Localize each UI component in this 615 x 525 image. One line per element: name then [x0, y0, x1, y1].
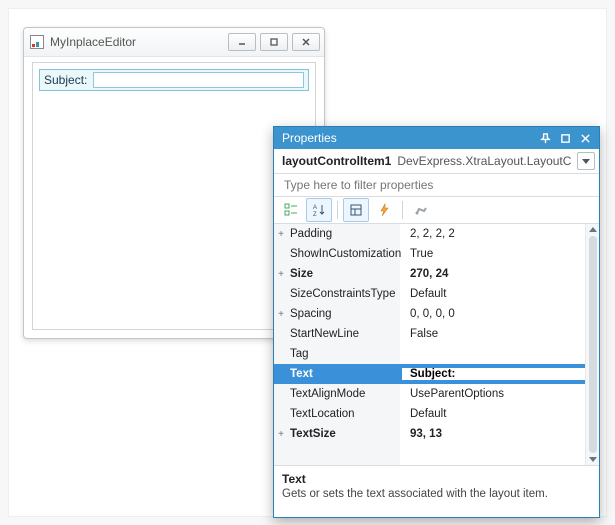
minimize-button[interactable] — [228, 33, 256, 51]
svg-text:A: A — [313, 205, 317, 211]
alphabetical-button[interactable]: AZ — [306, 198, 332, 222]
properties-button[interactable] — [343, 198, 369, 222]
property-name[interactable]: Padding — [288, 228, 402, 240]
property-value[interactable]: Subject: — [402, 368, 585, 380]
expand-icon[interactable]: + — [274, 229, 288, 240]
properties-close-icon[interactable] — [575, 130, 595, 146]
subject-label: Subject: — [44, 73, 87, 87]
scroll-up-icon[interactable] — [589, 227, 597, 232]
properties-pin-icon[interactable] — [535, 130, 555, 146]
property-row[interactable]: TextAlignModeUseParentOptions — [274, 384, 599, 404]
property-row[interactable]: +Padding2, 2, 2, 2 — [274, 224, 599, 244]
property-name[interactable]: Tag — [288, 348, 402, 360]
expand-icon[interactable]: + — [274, 309, 288, 320]
property-row[interactable]: +Spacing0, 0, 0, 0 — [274, 304, 599, 324]
property-value[interactable]: 2, 2, 2, 2 — [402, 228, 585, 240]
help-pane: Text Gets or sets the text associated wi… — [274, 465, 599, 517]
subject-input[interactable] — [93, 72, 304, 88]
property-name[interactable]: StartNewLine — [288, 328, 402, 340]
property-name[interactable]: Text — [288, 368, 402, 380]
property-row[interactable]: SizeConstraintsTypeDefault — [274, 284, 599, 304]
expand-icon[interactable]: + — [274, 429, 288, 440]
property-name[interactable]: Spacing — [288, 308, 402, 320]
maximize-button[interactable] — [260, 33, 288, 51]
properties-maximize-icon[interactable] — [555, 130, 575, 146]
property-row[interactable]: +Size270, 24 — [274, 264, 599, 284]
property-name[interactable]: TextSize — [288, 428, 402, 440]
property-filter[interactable] — [274, 174, 599, 197]
expand-icon[interactable]: + — [274, 269, 288, 280]
selected-object-name: layoutControlItem1 — [282, 154, 391, 168]
property-value[interactable]: False — [402, 328, 585, 340]
property-name[interactable]: SizeConstraintsType — [288, 288, 402, 300]
property-name[interactable]: Size — [288, 268, 402, 280]
property-value[interactable]: Default — [402, 288, 585, 300]
svg-text:Z: Z — [313, 212, 317, 217]
categorized-button[interactable] — [278, 198, 304, 222]
property-value[interactable]: UseParentOptions — [402, 388, 585, 400]
property-value[interactable]: 270, 24 — [402, 268, 585, 280]
properties-title: Properties — [282, 131, 535, 145]
form-titlebar[interactable]: MyInplaceEditor — [24, 28, 324, 57]
events-button[interactable] — [371, 198, 397, 222]
scroll-down-icon[interactable] — [589, 457, 597, 462]
help-title: Text — [282, 472, 591, 486]
object-selector-dropdown[interactable] — [577, 152, 595, 170]
property-row[interactable]: ShowInCustomizationFoTrue — [274, 244, 599, 264]
filter-input[interactable] — [282, 177, 591, 193]
canvas: MyInplaceEditor Subject: Propert — [8, 8, 607, 517]
scrollbar[interactable] — [585, 224, 599, 465]
properties-titlebar[interactable]: Properties — [274, 127, 599, 149]
toolbar-divider — [337, 201, 338, 219]
scroll-thumb[interactable] — [589, 236, 597, 453]
property-value[interactable]: 93, 13 — [402, 428, 585, 440]
toolbar-divider — [402, 201, 403, 219]
property-row[interactable]: TextLocationDefault — [274, 404, 599, 424]
properties-toolbar: AZ — [274, 197, 599, 224]
property-row[interactable]: Tag — [274, 344, 599, 364]
property-row[interactable]: +TextSize93, 13 — [274, 424, 599, 444]
property-pages-button[interactable] — [408, 198, 434, 222]
help-text: Gets or sets the text associated with th… — [282, 488, 591, 500]
chevron-down-icon — [582, 159, 590, 164]
window-buttons — [228, 33, 320, 51]
properties-panel: Properties layoutControlItem1 DevExpress… — [273, 126, 600, 518]
property-value[interactable]: 0, 0, 0, 0 — [402, 308, 585, 320]
property-name[interactable]: TextAlignMode — [288, 388, 402, 400]
property-name[interactable]: ShowInCustomizationFo — [288, 248, 402, 260]
object-selector[interactable]: layoutControlItem1 DevExpress.XtraLayout… — [274, 149, 599, 174]
close-button[interactable] — [292, 33, 320, 51]
form-title: MyInplaceEditor — [50, 35, 228, 49]
property-name[interactable]: TextLocation — [288, 408, 402, 420]
form-icon — [30, 35, 44, 49]
selected-object-type: DevExpress.XtraLayout.LayoutC — [397, 154, 577, 168]
property-row[interactable]: StartNewLineFalse — [274, 324, 599, 344]
property-grid[interactable]: +Padding2, 2, 2, 2ShowInCustomizationFoT… — [274, 224, 599, 465]
layout-control-item[interactable]: Subject: — [39, 69, 309, 91]
property-value[interactable]: Default — [402, 408, 585, 420]
property-row[interactable]: TextSubject: — [274, 364, 599, 384]
property-value[interactable]: True — [402, 248, 585, 260]
